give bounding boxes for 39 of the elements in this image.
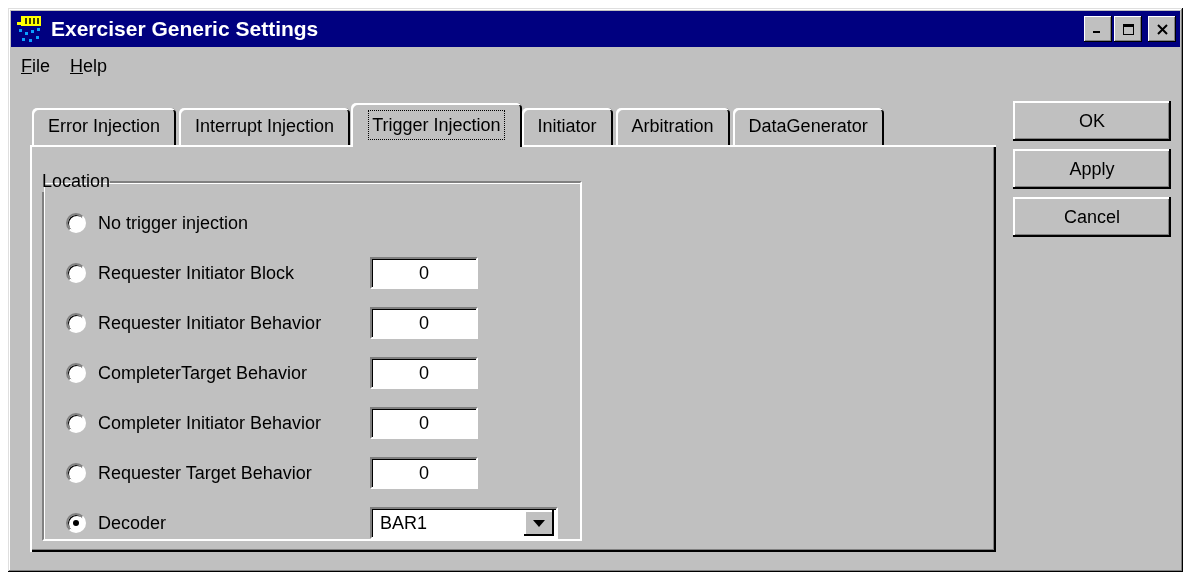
option-label: Requester Initiator Behavior	[98, 312, 323, 334]
radio-button[interactable]	[66, 413, 86, 433]
option-label: No trigger injection	[98, 212, 250, 234]
window-title: Exerciser Generic Settings	[51, 17, 320, 41]
radio-button[interactable]	[66, 313, 86, 333]
tab[interactable]: Error Injection	[32, 108, 177, 145]
radio-button[interactable]	[66, 213, 86, 233]
maximize-icon[interactable]	[1121, 22, 1135, 36]
radio-button[interactable]	[66, 263, 86, 283]
input-field[interactable]: 0	[370, 257, 478, 289]
input-field[interactable]: 0	[370, 457, 478, 489]
dropdown-arrow-icon[interactable]	[533, 519, 545, 527]
minimize-button[interactable]	[1084, 16, 1112, 42]
option-label: Requester Target Behavior	[98, 462, 313, 484]
dialog-button[interactable]: Cancel	[1013, 197, 1171, 237]
tab[interactable]: Initiator	[521, 108, 613, 145]
input-field[interactable]: 0	[370, 307, 478, 339]
menu-item[interactable]: Help	[70, 56, 108, 81]
input-field[interactable]: 0	[370, 407, 478, 439]
tab[interactable]: Interrupt Injection	[179, 108, 351, 145]
menu-item[interactable]: File	[21, 56, 50, 81]
option-label: CompleterTarget Behavior	[98, 362, 309, 384]
dialog-button[interactable]: OK	[1013, 101, 1171, 141]
radio-button[interactable]	[66, 513, 86, 533]
group-label: Location	[42, 171, 111, 192]
option-label: Decoder	[98, 512, 168, 534]
radio-button[interactable]	[66, 463, 86, 483]
tab[interactable]: Arbitration	[615, 108, 730, 145]
close-button[interactable]	[1148, 16, 1176, 42]
close-icon[interactable]	[1155, 22, 1169, 36]
tab[interactable]: DataGenerator	[732, 108, 884, 145]
dropdown[interactable]: BAR1	[370, 507, 558, 539]
dialog-button[interactable]: Apply	[1013, 149, 1171, 189]
maximize-button[interactable]	[1114, 16, 1142, 42]
option-label: Requester Initiator Block	[98, 262, 296, 284]
tab[interactable]: Trigger Injection	[351, 103, 522, 147]
radio-button[interactable]	[66, 363, 86, 383]
input-field[interactable]: 0	[370, 357, 478, 389]
option-label: Completer Initiator Behavior	[98, 412, 323, 434]
